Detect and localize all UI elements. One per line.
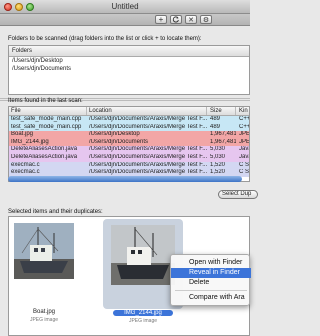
close-icon: ✕ xyxy=(188,17,194,24)
cell-kind: Java xyxy=(239,146,249,153)
refresh-button[interactable] xyxy=(170,15,182,24)
cell-location: /Users/djn/Documents/Araxis/Merge Test F… xyxy=(89,146,207,153)
cell-size: 489 xyxy=(210,116,221,122)
menu-separator xyxy=(175,290,247,291)
cell-kind: JPE xyxy=(239,131,250,138)
cell-location: /Users/djn/Documents/Araxis/Merge Test F… xyxy=(89,153,207,160)
cell-file: DeleteAliasesAction.java xyxy=(11,146,78,153)
cell-size: 1,967,481 xyxy=(210,131,236,138)
cell-file: execmac.c xyxy=(11,161,40,168)
duplicates-title: Selected items and their duplicates: xyxy=(8,209,103,215)
cell-location: /Users/djn/Documents xyxy=(89,138,149,145)
cell-size: 489 xyxy=(210,123,221,130)
table-row[interactable]: DeleteAliasesAction.java/Users/djn/Docum… xyxy=(9,153,249,162)
duplicate-kind: JPEG image xyxy=(128,318,158,324)
cell-size: 5,030 xyxy=(210,153,226,160)
folders-column-header[interactable]: Folders xyxy=(9,46,249,57)
table-row[interactable]: test_safe_mode_main.cpp/Users/djn/Docume… xyxy=(9,116,249,124)
horizontal-scrollbar[interactable] xyxy=(8,176,242,182)
add-folder-button[interactable]: + xyxy=(155,15,167,24)
folders-instruction: Folders to be scanned (drag folders into… xyxy=(8,36,202,42)
cell-location: /Users/djn/Documents/Araxis/Merge Test F… xyxy=(89,161,207,168)
duplicate-kind: JPEG image xyxy=(29,317,59,323)
cell-size: 1,967,481 xyxy=(210,138,236,145)
cell-kind: JPE xyxy=(239,138,250,145)
title-bar: Untitled xyxy=(0,0,250,14)
cell-location: /Users/djn/Documents/Araxis/Merge Test F… xyxy=(89,116,207,122)
menu-item-delete[interactable]: Delete xyxy=(171,278,251,288)
gear-icon: ⚙ xyxy=(202,17,210,24)
table-row[interactable]: DeleteAliasesAction.java/Users/djn/Docum… xyxy=(9,146,249,154)
scan-results-title: Items found in the last scan: xyxy=(8,98,83,104)
column-header-kind[interactable]: Kin xyxy=(239,107,249,115)
cell-size: 1,520 xyxy=(210,161,226,168)
folders-list[interactable]: Folders /Users/djn/Desktop /Users/djn/Do… xyxy=(8,45,250,95)
column-header-location[interactable]: Location xyxy=(89,107,207,115)
plus-icon: + xyxy=(158,15,164,24)
boat-thumbnail[interactable] xyxy=(14,223,74,279)
menu-item-open-with-finder[interactable]: Open with Finder xyxy=(171,258,251,268)
cell-kind: C++ xyxy=(239,116,250,122)
menu-item-reveal-in-finder[interactable]: Reveal in Finder xyxy=(171,268,251,278)
duplicate-name: Boat.jpg xyxy=(32,309,56,315)
column-header-file[interactable]: File xyxy=(11,107,87,115)
results-table-header: File Location Size Kin xyxy=(9,107,249,116)
cell-kind: C S xyxy=(239,161,250,168)
settings-button[interactable]: ⚙ xyxy=(200,15,212,24)
refresh-icon xyxy=(172,16,179,23)
remove-button[interactable]: ✕ xyxy=(185,15,197,24)
select-duplicates-button[interactable]: Select Dup xyxy=(218,190,258,199)
duplicate-name: IMG_2144.jpg xyxy=(113,310,173,316)
toolbar: + ✕ ⚙ xyxy=(0,14,250,26)
menu-item-compare[interactable]: Compare with Ara xyxy=(171,293,251,303)
cell-file: DeleteAliasesAction.java xyxy=(11,153,78,160)
folder-row[interactable]: /Users/djn/Desktop xyxy=(9,57,249,65)
cell-size: 5,030 xyxy=(210,146,226,153)
cell-kind: Java xyxy=(239,153,249,160)
cell-location: /Users/djn/Desktop xyxy=(89,131,140,138)
results-table[interactable]: File Location Size Kin test_safe_mode_ma… xyxy=(8,106,250,182)
boat-image xyxy=(14,223,74,279)
column-header-size[interactable]: Size xyxy=(210,107,236,115)
table-row[interactable]: Boat.jpg/Users/djn/Desktop 1,967,481 JPE xyxy=(9,131,249,139)
context-menu: Open with Finder Reveal in Finder Delete… xyxy=(170,254,251,306)
cell-file: test_safe_mode_main.cpp xyxy=(11,123,82,130)
cell-kind: C++ xyxy=(239,123,250,130)
cell-file: test_safe_mode_main.cpp xyxy=(11,116,82,122)
table-row[interactable]: execmac.c/Users/djn/Documents/Araxis/Mer… xyxy=(9,161,250,170)
table-row[interactable]: test_safe_mode_main.cpp/Users/djn/Docume… xyxy=(9,123,250,132)
cell-file: Boat.jpg xyxy=(11,131,34,138)
window-title: Untitled xyxy=(111,2,139,11)
folder-row[interactable]: /Users/djn/Documents xyxy=(9,65,249,73)
table-row[interactable]: IMG_2144.jpg/Users/djn/Documents 1,967,48… xyxy=(9,138,250,147)
cell-location: /Users/djn/Documents/Araxis/Merge Test F… xyxy=(89,123,207,130)
cell-file: IMG_2144.jpg xyxy=(11,138,49,145)
